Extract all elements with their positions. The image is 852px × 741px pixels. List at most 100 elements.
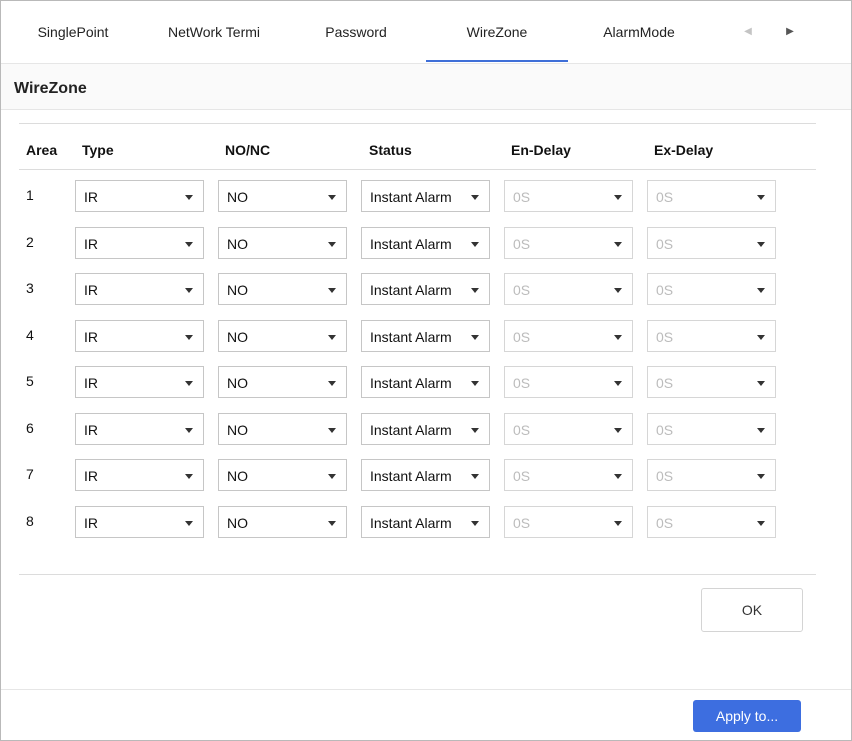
section-header: WireZone — [1, 64, 851, 110]
area-number: 2 — [26, 233, 34, 250]
nonc-select[interactable]: NO — [218, 505, 347, 538]
tab-password[interactable]: Password — [301, 1, 411, 63]
area-number: 1 — [26, 187, 34, 203]
status-select-value: Instant Alarm — [370, 375, 452, 391]
caret-down-icon — [471, 334, 479, 340]
tab-network-termi[interactable]: NetWork Termi — [144, 1, 284, 63]
en-delay-select: 0S — [504, 273, 633, 305]
caret-down-icon — [614, 427, 622, 433]
caret-down-icon — [328, 474, 336, 479]
nonc-select-value: NO — [227, 468, 248, 484]
ex-delay-select-value: 0S — [656, 514, 674, 531]
en-delay-select: 0S — [504, 366, 633, 398]
caret-down-icon — [471, 520, 479, 526]
status-select[interactable]: Instant Alarm — [361, 505, 490, 538]
table-header-divider — [19, 169, 816, 170]
type-select[interactable]: IR — [75, 459, 204, 491]
nonc-select[interactable]: NO — [218, 319, 347, 352]
en-delay-select: 0S — [504, 459, 633, 491]
nonc-select[interactable]: NO — [218, 366, 347, 398]
nonc-select[interactable]: NO — [218, 226, 347, 259]
status-select-value: Instant Alarm — [370, 235, 452, 252]
tab-wirezone[interactable]: WireZone — [426, 1, 568, 63]
caret-down-icon — [185, 427, 193, 433]
status-select[interactable]: Instant Alarm — [361, 226, 490, 259]
caret-down-icon — [328, 381, 336, 386]
en-delay-select: 0S — [504, 505, 633, 538]
caret-down-icon — [328, 241, 336, 247]
status-select-value: Instant Alarm — [370, 282, 452, 298]
nonc-select[interactable]: NO — [218, 180, 347, 212]
column-header-status: Status — [369, 142, 412, 158]
ex-delay-select: 0S — [647, 273, 776, 305]
status-select-value: Instant Alarm — [370, 328, 452, 345]
caret-down-icon — [757, 474, 765, 479]
status-select[interactable]: Instant Alarm — [361, 319, 490, 352]
chevron-left-icon[interactable]: ◀ — [741, 25, 755, 39]
en-delay-select-value: 0S — [513, 328, 531, 345]
caret-down-icon — [185, 520, 193, 526]
column-header-en-delay: En-Delay — [511, 142, 571, 158]
column-header-nonc: NO/NC — [225, 142, 271, 158]
ex-delay-select-value: 0S — [656, 468, 674, 484]
area-number: 7 — [26, 466, 34, 482]
tab-singlepoint[interactable]: SinglePoint — [18, 1, 128, 63]
type-select[interactable]: IR — [75, 226, 204, 259]
en-delay-select-value: 0S — [513, 514, 531, 531]
caret-down-icon — [328, 195, 336, 200]
caret-down-icon — [471, 195, 479, 200]
caret-down-icon — [185, 241, 193, 247]
ex-delay-select: 0S — [647, 459, 776, 491]
type-select[interactable]: IR — [75, 319, 204, 352]
type-select-value: IR — [84, 235, 98, 252]
nonc-select-value: NO — [227, 328, 248, 345]
type-select-value: IR — [84, 282, 98, 298]
ex-delay-select-value: 0S — [656, 282, 674, 298]
column-header-type: Type — [82, 142, 114, 158]
apply-to-button[interactable]: Apply to... — [693, 700, 801, 732]
column-header-area: Area — [26, 142, 58, 158]
ex-delay-select-value: 0S — [656, 235, 674, 252]
en-delay-select-value: 0S — [513, 468, 531, 484]
nonc-select[interactable]: NO — [218, 412, 347, 445]
type-select-value: IR — [84, 189, 98, 205]
status-select-value: Instant Alarm — [370, 421, 452, 438]
status-select[interactable]: Instant Alarm — [361, 180, 490, 212]
caret-down-icon — [757, 334, 765, 340]
caret-down-icon — [614, 520, 622, 526]
ex-delay-select: 0S — [647, 505, 776, 538]
type-select[interactable]: IR — [75, 505, 204, 538]
type-select[interactable]: IR — [75, 366, 204, 398]
chevron-right-icon[interactable]: ▶ — [783, 25, 797, 39]
type-select[interactable]: IR — [75, 180, 204, 212]
nonc-select[interactable]: NO — [218, 273, 347, 305]
nonc-select-value: NO — [227, 514, 248, 531]
status-select-value: Instant Alarm — [370, 514, 452, 531]
area-number: 8 — [26, 512, 34, 529]
status-select[interactable]: Instant Alarm — [361, 273, 490, 305]
nonc-select-value: NO — [227, 421, 248, 438]
status-select[interactable]: Instant Alarm — [361, 412, 490, 445]
status-select[interactable]: Instant Alarm — [361, 459, 490, 491]
table-bottom-divider — [19, 574, 816, 575]
type-select[interactable]: IR — [75, 273, 204, 305]
caret-down-icon — [757, 288, 765, 293]
status-select[interactable]: Instant Alarm — [361, 366, 490, 398]
area-number: 3 — [26, 280, 34, 296]
en-delay-select: 0S — [504, 412, 633, 445]
caret-down-icon — [757, 427, 765, 433]
type-select-value: IR — [84, 468, 98, 484]
ok-button[interactable]: OK — [701, 588, 803, 632]
caret-down-icon — [757, 241, 765, 247]
en-delay-select-value: 0S — [513, 282, 531, 298]
type-select-value: IR — [84, 421, 98, 438]
tab-alarmmode[interactable]: AlarmMode — [584, 1, 694, 63]
en-delay-select: 0S — [504, 180, 633, 212]
type-select[interactable]: IR — [75, 412, 204, 445]
caret-down-icon — [328, 427, 336, 433]
caret-down-icon — [185, 195, 193, 200]
type-select-value: IR — [84, 328, 98, 345]
nonc-select[interactable]: NO — [218, 459, 347, 491]
caret-down-icon — [614, 241, 622, 247]
status-select-value: Instant Alarm — [370, 468, 452, 484]
